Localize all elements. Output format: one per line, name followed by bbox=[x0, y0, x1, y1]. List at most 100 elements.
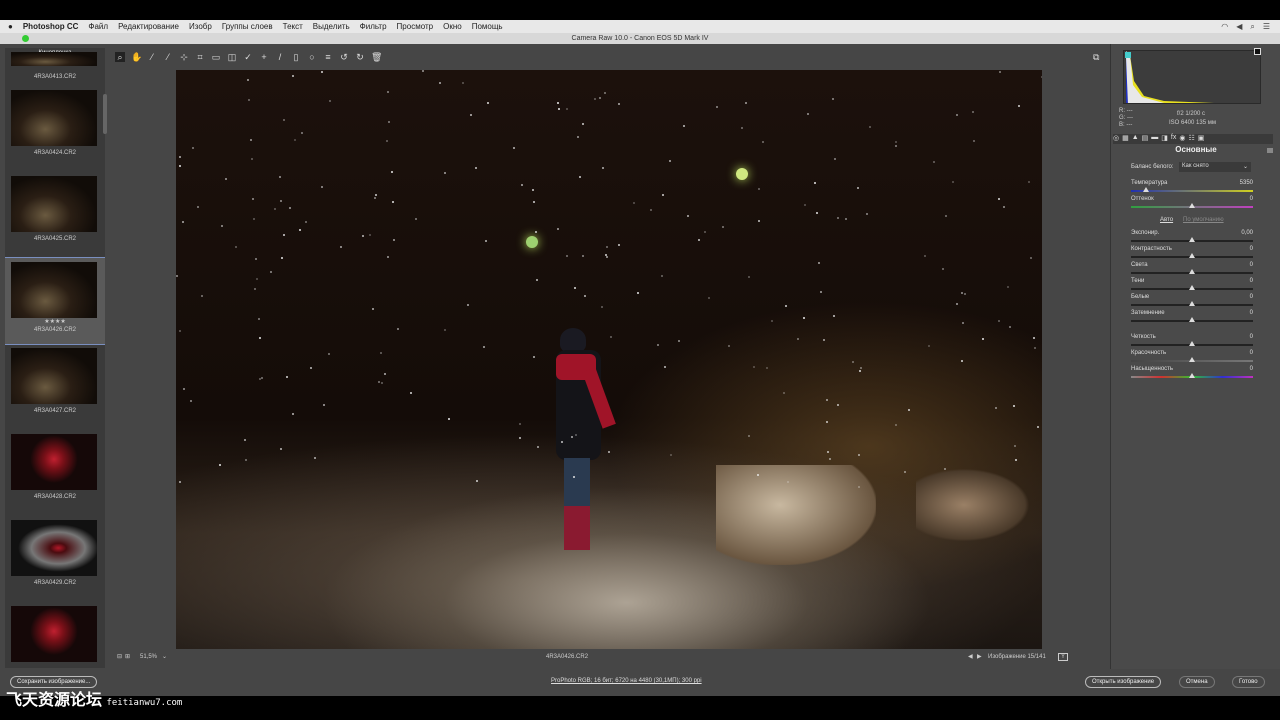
filmstrip-item[interactable]: 4R3A0427.CR2 bbox=[5, 344, 105, 430]
rotate-left-icon[interactable]: ↺ bbox=[339, 52, 349, 62]
camera-calibration-tab-icon[interactable]: ◉ bbox=[1179, 134, 1185, 144]
effects-tab-icon[interactable]: fx bbox=[1171, 134, 1176, 144]
crop-tool-icon[interactable]: ⌗ bbox=[195, 52, 205, 62]
slider-3[interactable]: Контрастность 0 bbox=[1131, 246, 1253, 261]
default-link[interactable]: По умолчанию bbox=[1183, 217, 1224, 223]
slider-value[interactable]: 0 bbox=[1250, 334, 1253, 340]
menu-list-icon[interactable]: ☰ bbox=[1263, 22, 1270, 32]
graduated-filter-icon[interactable]: ▯ bbox=[291, 52, 301, 62]
menu-image[interactable]: Изобр bbox=[189, 22, 212, 31]
detail-tab-icon[interactable]: ▲ bbox=[1132, 134, 1139, 144]
slider-7[interactable]: Затемнение 0 bbox=[1131, 310, 1253, 325]
image-preview[interactable] bbox=[176, 70, 1042, 649]
snapshots-tab-icon[interactable]: ▣ bbox=[1198, 134, 1205, 144]
hsl-tab-icon[interactable]: ▤ bbox=[1142, 134, 1149, 144]
menu-type[interactable]: Текст bbox=[283, 22, 303, 31]
wb-select[interactable]: Как снято ⌄ bbox=[1179, 162, 1251, 172]
slider-6[interactable]: Белые 0 bbox=[1131, 294, 1253, 309]
apple-icon[interactable]: ● bbox=[8, 22, 13, 31]
radial-filter-icon[interactable]: ○ bbox=[307, 52, 317, 62]
slider-value[interactable]: 0 bbox=[1250, 262, 1253, 268]
menu-app[interactable]: Photoshop CC bbox=[23, 22, 79, 31]
rating-stars[interactable]: ★★★★ bbox=[5, 318, 105, 325]
zoom-level[interactable]: 51,5% bbox=[140, 654, 157, 660]
filmstrip-item-selected[interactable]: ★★★★ 4R3A0426.CR2 bbox=[5, 257, 105, 345]
search-icon[interactable]: ⌕ bbox=[1250, 22, 1254, 32]
panel-menu-icon[interactable] bbox=[1267, 148, 1273, 153]
menu-layers[interactable]: Группы слоев bbox=[222, 22, 273, 31]
auto-link[interactable]: Авто bbox=[1160, 217, 1173, 223]
compare-view-button[interactable]: Y bbox=[1058, 653, 1069, 661]
zoom-window-button[interactable] bbox=[22, 35, 29, 42]
rotate-right-icon[interactable]: ↻ bbox=[355, 52, 365, 62]
split-toning-tab-icon[interactable]: ▬ bbox=[1151, 134, 1158, 144]
slider-thumb[interactable] bbox=[1189, 285, 1195, 290]
open-image-button[interactable]: Открыть изображение bbox=[1085, 676, 1162, 688]
trash-icon[interactable]: 🗑 bbox=[371, 52, 382, 62]
adjustment-brush-icon[interactable]: / bbox=[275, 52, 285, 62]
preferences-icon[interactable]: ≡ bbox=[323, 52, 333, 62]
workflow-options-link[interactable]: ProPhoto RGB; 16 бит; 6720 на 4480 (30,1… bbox=[551, 678, 702, 684]
slider-thumb[interactable] bbox=[1189, 269, 1195, 274]
presets-tab-icon[interactable]: ☷ bbox=[1188, 134, 1194, 144]
done-button[interactable]: Готово bbox=[1232, 676, 1265, 688]
basic-tab-icon[interactable]: ◎ bbox=[1113, 134, 1119, 144]
menu-edit[interactable]: Редактирование bbox=[118, 22, 179, 31]
filmstrip-item[interactable] bbox=[5, 602, 105, 668]
filmstrip-item[interactable]: 4R3A0429.CR2 bbox=[5, 516, 105, 602]
menu-filter[interactable]: Фильтр bbox=[360, 22, 387, 31]
slider-8[interactable]: Четкость 0 bbox=[1131, 334, 1253, 349]
slider-thumb[interactable] bbox=[1189, 341, 1195, 346]
targeted-adjust-icon[interactable]: ⊹ bbox=[179, 52, 189, 62]
slider-thumb[interactable] bbox=[1189, 357, 1195, 362]
menu-window[interactable]: Окно bbox=[443, 22, 462, 31]
slider-value[interactable]: 0 bbox=[1250, 366, 1253, 372]
slider-0[interactable]: Температура 5350 bbox=[1131, 180, 1253, 195]
fullscreen-icon[interactable]: ⧉ bbox=[1093, 52, 1099, 63]
slider-value[interactable]: 0 bbox=[1250, 278, 1253, 284]
slider-thumb[interactable] bbox=[1142, 187, 1149, 192]
cancel-button[interactable]: Отмена bbox=[1179, 676, 1215, 688]
slider-2[interactable]: Экспонир. 0,00 bbox=[1131, 230, 1253, 245]
highlight-clipping-icon[interactable] bbox=[1254, 48, 1261, 55]
slider-9[interactable]: Красочность 0 bbox=[1131, 350, 1253, 365]
menu-select[interactable]: Выделить bbox=[313, 22, 350, 31]
filmstrip-item[interactable]: 4R3A0428.CR2 bbox=[5, 430, 105, 516]
prev-image-button[interactable]: ◀ bbox=[968, 653, 973, 660]
filmstrip-item[interactable]: 4R3A0424.CR2 bbox=[5, 86, 105, 172]
slider-value[interactable]: 0,00 bbox=[1241, 230, 1253, 236]
color-sampler-icon[interactable]: ⁄ bbox=[163, 52, 173, 62]
slider-value[interactable]: 5350 bbox=[1240, 180, 1253, 186]
straighten-tool-icon[interactable]: ▭ bbox=[211, 52, 221, 62]
transform-tool-icon[interactable]: ◫ bbox=[227, 52, 237, 62]
slider-track[interactable] bbox=[1131, 190, 1253, 192]
menu-view[interactable]: Просмотр bbox=[397, 22, 434, 31]
slider-thumb[interactable] bbox=[1189, 373, 1195, 378]
filmstrip-scrollbar[interactable] bbox=[103, 94, 107, 134]
hand-tool-icon[interactable]: ✋ bbox=[131, 52, 142, 62]
slider-thumb[interactable] bbox=[1189, 203, 1195, 208]
slider-1[interactable]: Оттенок 0 bbox=[1131, 196, 1253, 211]
next-image-button[interactable]: ▶ bbox=[977, 653, 982, 660]
tone-curve-tab-icon[interactable]: ▦ bbox=[1122, 134, 1129, 144]
zoom-out-icon[interactable]: ⊟ bbox=[117, 653, 122, 660]
slider-10[interactable]: Насыщенность 0 bbox=[1131, 366, 1253, 381]
slider-value[interactable]: 0 bbox=[1250, 294, 1253, 300]
red-eye-icon[interactable]: + bbox=[259, 52, 269, 62]
volume-icon[interactable]: ◀ bbox=[1236, 22, 1242, 32]
white-balance-tool-icon[interactable]: ⁄ bbox=[147, 52, 157, 62]
filmstrip-item[interactable]: 4R3A0413.CR2 bbox=[5, 52, 105, 86]
slider-5[interactable]: Тени 0 bbox=[1131, 278, 1253, 293]
lens-tab-icon[interactable]: ◨ bbox=[1161, 134, 1168, 144]
filmstrip-item[interactable]: 4R3A0425.CR2 bbox=[5, 172, 105, 258]
slider-thumb[interactable] bbox=[1189, 237, 1195, 242]
wifi-icon[interactable]: ◠ bbox=[1221, 22, 1228, 32]
zoom-in-icon[interactable]: ⊞ bbox=[125, 653, 130, 660]
slider-4[interactable]: Света 0 bbox=[1131, 262, 1253, 277]
slider-thumb[interactable] bbox=[1189, 317, 1195, 322]
slider-thumb[interactable] bbox=[1189, 253, 1195, 258]
zoom-tool-icon[interactable]: ⌕ bbox=[115, 52, 125, 62]
slider-value[interactable]: 0 bbox=[1250, 310, 1253, 316]
slider-value[interactable]: 0 bbox=[1250, 196, 1253, 202]
slider-value[interactable]: 0 bbox=[1250, 350, 1253, 356]
